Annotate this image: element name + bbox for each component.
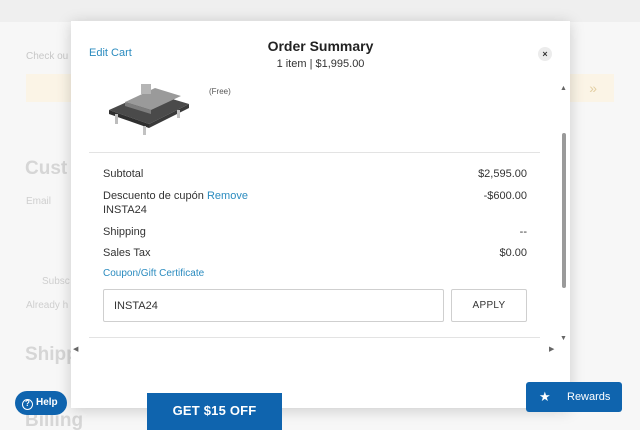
email-label: Email <box>26 196 52 207</box>
close-icon: × <box>542 49 548 59</box>
subtotal-label: Subtotal <box>103 168 144 180</box>
order-summary-scroll-area: (Free) Subtotal $2,595.00 Descuento de c… <box>89 84 556 346</box>
product-price-tag: (Free) <box>209 87 231 96</box>
tax-value: $0.00 <box>499 247 527 259</box>
vertical-scrollbar-thumb[interactable] <box>562 133 566 288</box>
apply-coupon-button[interactable]: APPLY <box>451 289 527 322</box>
page-header <box>0 0 640 22</box>
customer-heading: Cust <box>25 158 68 179</box>
rewards-button[interactable]: ★ Rewards <box>526 382 622 412</box>
subtotal-row: Subtotal $2,595.00 <box>103 168 527 180</box>
discount-value: -$600.00 <box>483 190 527 202</box>
shipping-heading: Shipp <box>25 344 78 365</box>
already-account-label: Already h <box>26 300 69 311</box>
subtotal-value: $2,595.00 <box>478 168 527 180</box>
subscribe-label: Subsc <box>42 276 70 287</box>
modal-subtitle: 1 item | $1,995.00 <box>276 58 365 70</box>
star-icon: ★ <box>539 389 551 404</box>
tax-row: Sales Tax $0.00 <box>103 247 527 259</box>
get-discount-button[interactable]: GET $15 OFF <box>147 393 282 430</box>
help-button[interactable]: ? Help <box>15 391 67 415</box>
coupon-code-input[interactable] <box>103 289 444 322</box>
product-image <box>109 84 189 135</box>
shipping-label: Shipping <box>103 226 146 238</box>
scroll-up-arrow-icon[interactable]: ▲ <box>560 85 567 92</box>
scroll-down-arrow-icon[interactable]: ▼ <box>560 335 567 342</box>
scroll-left-arrow-icon[interactable]: ◀ <box>73 345 78 353</box>
remove-coupon-link[interactable]: Remove <box>207 190 248 202</box>
tax-label: Sales Tax <box>103 247 151 259</box>
divider <box>89 152 540 153</box>
discount-code: INSTA24 <box>103 204 147 216</box>
close-button[interactable]: × <box>538 47 552 61</box>
help-label: Help <box>36 397 58 408</box>
divider <box>89 337 540 338</box>
shipping-value: -- <box>519 226 527 238</box>
order-summary-modal: Edit Cart Order Summary 1 item | $1,995.… <box>71 21 570 408</box>
rewards-label: Rewards <box>567 391 611 403</box>
double-chevron-icon: » <box>589 80 597 96</box>
modal-title: Order Summary <box>267 38 374 54</box>
coupon-gift-certificate-link[interactable]: Coupon/Gift Certificate <box>103 268 204 279</box>
scroll-right-arrow-icon[interactable]: ▶ <box>549 345 554 353</box>
shipping-row: Shipping -- <box>103 226 527 238</box>
checkout-text: Check ou <box>26 51 69 62</box>
discount-row: Descuento de cupón Remove -$600.00 <box>103 190 527 202</box>
discount-label: Descuento de cupón <box>103 190 204 202</box>
question-circle-icon: ? <box>22 399 33 410</box>
